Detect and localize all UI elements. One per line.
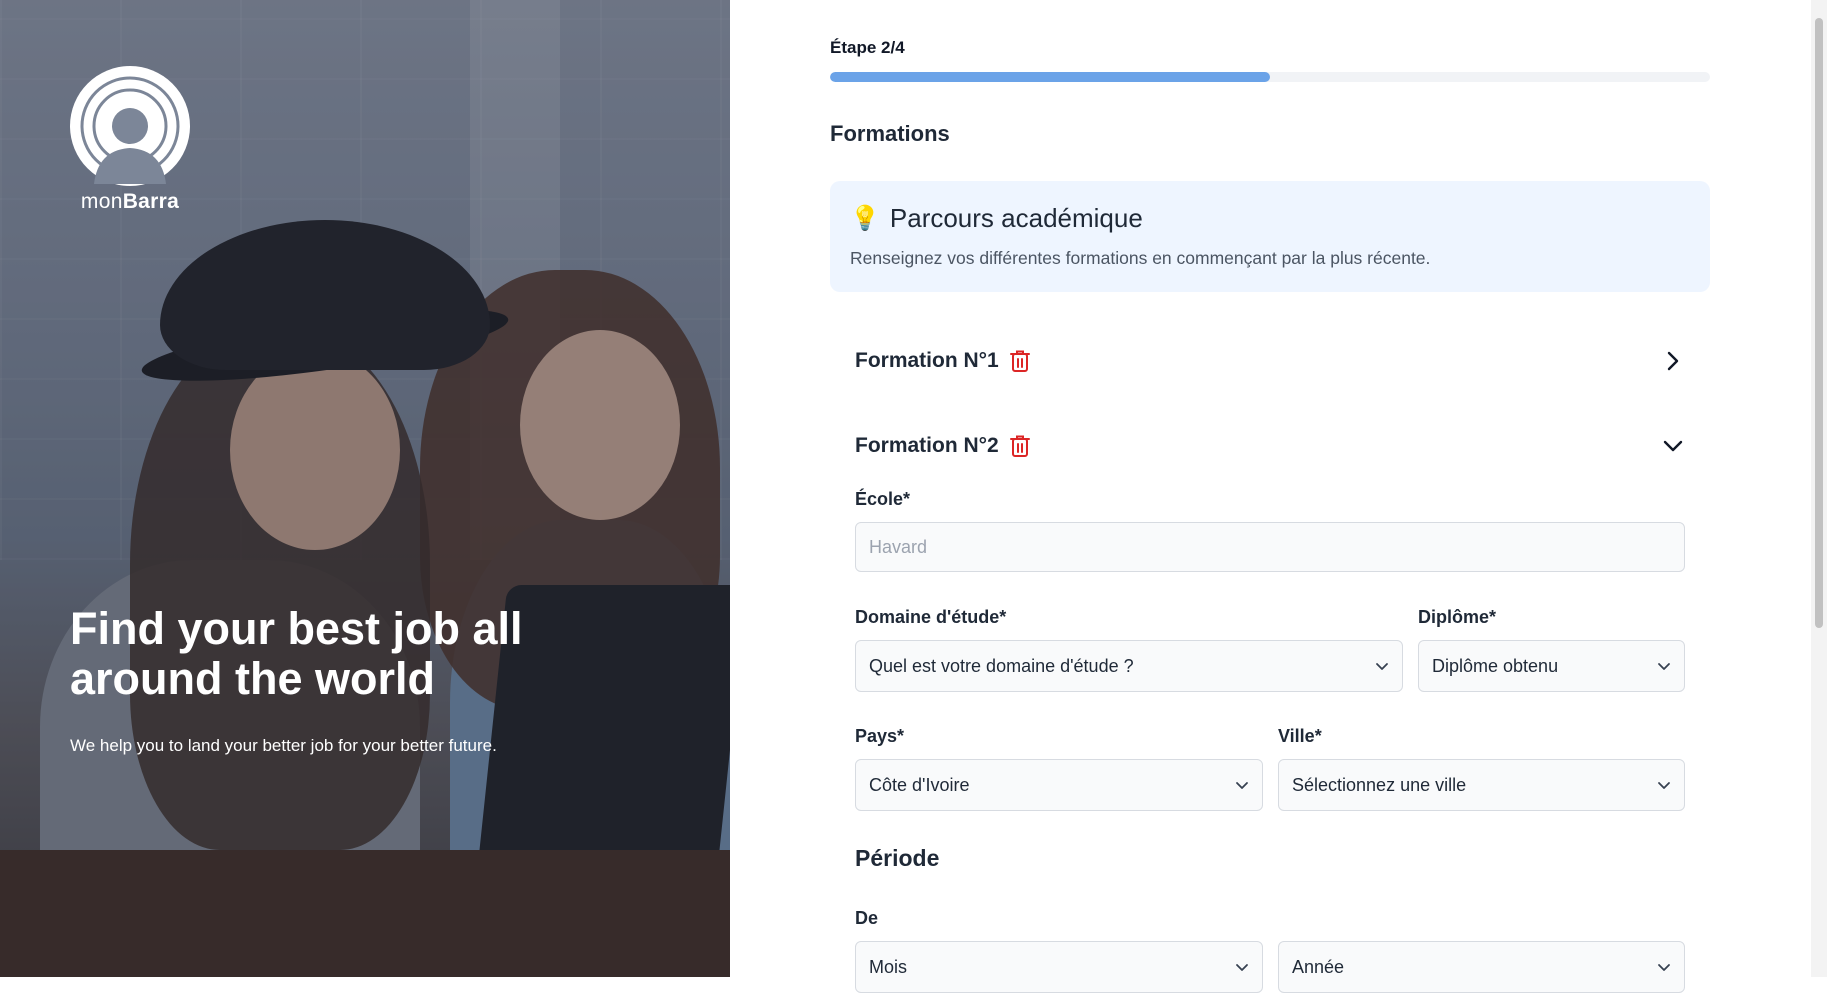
select-value: Mois [869,956,908,977]
degree-label: Diplôme* [1418,607,1497,627]
country-select[interactable]: Côte d'Ivoire [855,759,1263,811]
field-of-study-select[interactable]: Quel est votre domaine d'étude ? [855,640,1403,692]
accordion-formation-1[interactable]: Formation N°1 [855,341,1685,381]
page-scrollbar[interactable] [1811,0,1827,977]
hero-subtitle: We help you to land your better job for … [70,736,497,755]
chevron-down-icon [1658,964,1670,971]
section-title: Formations [830,121,950,146]
trash-icon[interactable] [1009,433,1033,459]
hero-title: Find your best job all around the world [70,603,523,704]
school-label: École* [855,489,911,509]
logo-icon [70,66,190,186]
select-value: Quel est votre domaine d'étude ? [869,655,1134,676]
from-label: De [855,908,879,928]
chevron-down-icon [1376,663,1388,670]
chevron-down-icon [1236,964,1248,971]
progress-bar [830,72,1710,82]
accordion-title: Formation N°1 [855,349,999,372]
info-title: Parcours académique [889,203,1143,233]
city-select[interactable]: Sélectionnez une ville [1278,759,1685,811]
lightbulb-icon: 💡 [850,205,880,232]
select-value: Côte d'Ivoire [869,774,970,795]
info-card: 💡 Parcours académique Renseignez vos dif… [830,181,1710,292]
select-value: Diplôme obtenu [1432,655,1559,676]
scrollbar-thumb[interactable] [1815,18,1823,628]
info-description: Renseignez vos différentes formations en… [850,248,1431,268]
chevron-down-icon[interactable] [1661,434,1685,458]
city-label: Ville* [1278,726,1322,746]
trash-icon[interactable] [1009,348,1033,374]
hero-panel: monBarra Find your best job all around t… [0,0,730,977]
form-panel: Étape 2/4 Formations 💡 Parcours académiq… [730,0,1811,993]
from-year-select[interactable]: Année [1278,941,1685,993]
accordion-formation-2[interactable]: Formation N°2 [855,426,1685,466]
degree-select[interactable]: Diplôme obtenu [1418,640,1685,692]
period-title: Période [855,845,940,871]
from-month-select[interactable]: Mois [855,941,1263,993]
chevron-down-icon [1658,782,1670,789]
select-value: Sélectionnez une ville [1292,774,1467,795]
step-indicator: Étape 2/4 [830,38,905,57]
chevron-down-icon [1236,782,1248,789]
brand-name: monBarra [80,190,180,213]
chevron-right-icon[interactable] [1661,349,1685,373]
country-label: Pays* [855,726,905,746]
progress-bar-fill [830,72,1270,82]
chevron-down-icon [1658,663,1670,670]
accordion-title: Formation N°2 [855,434,999,457]
brand-logo[interactable]: monBarra [70,66,190,214]
school-input[interactable]: Havard [855,522,1685,572]
select-value: Année [1292,956,1345,977]
field-of-study-label: Domaine d'étude* [855,607,1007,627]
